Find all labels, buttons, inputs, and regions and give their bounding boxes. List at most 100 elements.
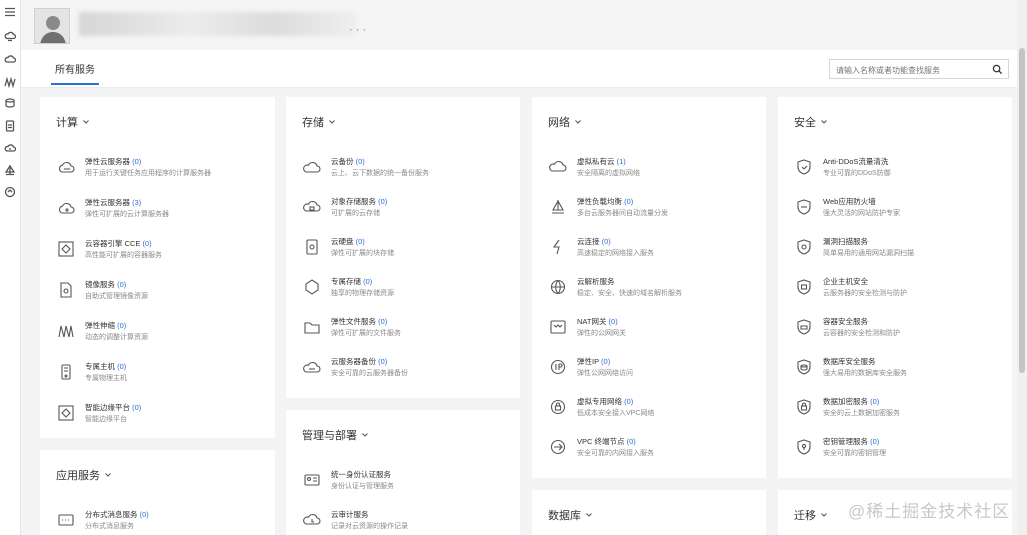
card-title-storage[interactable]: 存储 bbox=[302, 114, 336, 130]
service-name[interactable]: 漏洞扫描服务 bbox=[823, 236, 868, 247]
tab-all-services[interactable]: 所有服务 bbox=[55, 61, 95, 76]
service-description: 可扩展的云存储 bbox=[331, 210, 380, 217]
service-description: 低成本安全接入VPC网络 bbox=[577, 410, 655, 417]
card-title-network[interactable]: 网络 bbox=[548, 114, 582, 130]
service-name[interactable]: 云备份 (0) bbox=[331, 156, 365, 167]
service-item-eip[interactable]: 弹性IP (0) 弹性公网网络访问 bbox=[547, 354, 766, 384]
service-name[interactable]: NAT网关 (0) bbox=[577, 316, 618, 327]
service-name[interactable]: 虚拟私有云 (1) bbox=[577, 156, 626, 167]
card-title-compute[interactable]: 计算 bbox=[56, 114, 90, 130]
service-item-cc[interactable]: 云连接 (0) 高速稳定的网络接入服务 bbox=[547, 234, 766, 264]
service-item-vpcep[interactable]: VPC 终端节点 (0) 安全可靠的内网接入服务 bbox=[547, 434, 766, 464]
service-name-text: 统一身份认证服务 bbox=[331, 470, 391, 479]
refresh-icon[interactable] bbox=[3, 185, 17, 199]
menu-icon[interactable] bbox=[3, 5, 17, 19]
service-name[interactable]: 智能边缘平台 (0) bbox=[85, 402, 141, 413]
database-icon[interactable] bbox=[3, 96, 17, 110]
service-item-edge[interactable]: 智能边缘平台 (0) 智能边缘平台 bbox=[55, 400, 275, 430]
service-item-kms[interactable]: 密钥管理服务 (0) 安全可靠的密钥管理 bbox=[793, 434, 1012, 464]
card-title-db[interactable]: 数据库 bbox=[548, 507, 593, 523]
cloud-server-icon[interactable] bbox=[3, 29, 17, 43]
service-item-dns[interactable]: 云解析服务 稳定、安全、快速的域名解析服务 bbox=[547, 274, 766, 304]
service-count: (0) bbox=[355, 237, 365, 246]
service-name[interactable]: 弹性云服务器 (3) bbox=[85, 197, 141, 208]
service-name[interactable]: Web应用防火墙 bbox=[823, 196, 876, 207]
service-description: 云容器的安全检测和防护 bbox=[823, 330, 900, 337]
service-item-dss[interactable]: 专属存储 (0) 独享的物理存储资源 bbox=[301, 274, 520, 304]
service-name[interactable]: VPC 终端节点 (0) bbox=[577, 436, 636, 447]
card-title-text: 存储 bbox=[302, 117, 324, 129]
card-title-mgmt[interactable]: 管理与部署 bbox=[302, 427, 369, 443]
service-item-image[interactable]: 镜像服务 (0) 自助式管理镜像资源 bbox=[55, 277, 275, 307]
card-database: 数据库 bbox=[532, 490, 766, 535]
card-title-security[interactable]: 安全 bbox=[794, 114, 828, 130]
service-item-nat[interactable]: NAT网关 (0) 弹性的公网网关 bbox=[547, 314, 766, 344]
service-item-cts[interactable]: 云审计服务 记录对云资源的操作记录 bbox=[301, 507, 520, 535]
service-item-dew[interactable]: 数据加密服务 (0) 安全的云上数据加密服务 bbox=[793, 394, 1012, 424]
service-name[interactable]: 弹性负载均衡 (0) bbox=[577, 196, 633, 207]
service-name[interactable]: 密钥管理服务 (0) bbox=[823, 436, 879, 447]
service-name-text: 镜像服务 bbox=[85, 280, 115, 289]
search-input[interactable] bbox=[830, 61, 980, 80]
page-scrollbar[interactable] bbox=[1017, 0, 1027, 535]
service-name[interactable]: 数据加密服务 (0) bbox=[823, 396, 879, 407]
service-name[interactable]: 镜像服务 (0) bbox=[85, 279, 126, 290]
service-item-bms[interactable]: 弹性云服务器 (3) 弹性可扩展的云计算服务器 bbox=[55, 195, 275, 225]
service-item-anti-ddos[interactable]: Anti-DDoS流量清洗 专业可靠的DDoS防御 bbox=[793, 154, 1012, 184]
avatar[interactable] bbox=[34, 8, 70, 44]
service-name[interactable]: 云服务器备份 (0) bbox=[331, 356, 387, 367]
scrollbar-thumb[interactable] bbox=[1019, 48, 1025, 373]
service-item-iam[interactable]: 统一身份认证服务 身份认证与管理服务 bbox=[301, 467, 520, 497]
service-name[interactable]: 云解析服务 bbox=[577, 276, 615, 287]
service-item-dbss[interactable]: 数据库安全服务 强大易用的数据库安全服务 bbox=[793, 354, 1012, 384]
elastic-icon[interactable] bbox=[3, 75, 17, 89]
sail-icon[interactable] bbox=[3, 163, 17, 177]
service-item-vpc[interactable]: 虚拟私有云 (1) 安全隔离的虚拟网络 bbox=[547, 154, 766, 184]
service-name[interactable]: 弹性文件服务 (0) bbox=[331, 316, 387, 327]
service-item-vss[interactable]: 漏洞扫描服务 简单易用的通用网站漏洞扫描 bbox=[793, 234, 1012, 264]
service-item-dms[interactable]: 分布式消息服务 (0) 分布式消息服务 bbox=[55, 507, 275, 535]
service-item-obs[interactable]: 对象存储服务 (0) 可扩展的云存储 bbox=[301, 194, 520, 224]
service-item-vpn[interactable]: 虚拟专用网络 (0) 低成本安全接入VPC网络 bbox=[547, 394, 766, 424]
search-icon[interactable] bbox=[992, 64, 1003, 75]
service-name[interactable]: 分布式消息服务 (0) bbox=[85, 509, 149, 520]
card-title-app[interactable]: 应用服务 bbox=[56, 467, 112, 483]
service-name[interactable]: 虚拟专用网络 (0) bbox=[577, 396, 633, 407]
service-name[interactable]: 专属主机 (0) bbox=[85, 361, 126, 372]
service-search bbox=[829, 59, 1009, 80]
card-title-migration[interactable]: 迁移 bbox=[794, 507, 828, 523]
kms-icon bbox=[793, 436, 815, 458]
cloud-icon[interactable] bbox=[3, 52, 17, 66]
service-name[interactable]: 数据库安全服务 bbox=[823, 356, 876, 367]
service-item-cbr[interactable]: 云备份 (0) 云上、云下数据的统一备份服务 bbox=[301, 154, 520, 184]
service-name[interactable]: 云容器引擎 CCE (0) bbox=[85, 238, 152, 249]
service-item-csbs[interactable]: 云服务器备份 (0) 安全可靠的云服务器备份 bbox=[301, 354, 520, 384]
document-icon[interactable] bbox=[3, 119, 17, 133]
service-item-elb[interactable]: 弹性负载均衡 (0) 多台云服务器间自动流量分发 bbox=[547, 194, 766, 224]
service-item-as[interactable]: 弹性伸缩 (0) 动态的调整计算资源 bbox=[55, 318, 275, 348]
service-name[interactable]: 云连接 (0) bbox=[577, 236, 611, 247]
service-name[interactable]: 云硬盘 (0) bbox=[331, 236, 365, 247]
service-item-evs[interactable]: 云硬盘 (0) 弹性可扩展的块存储 bbox=[301, 234, 520, 264]
service-item-cce[interactable]: 云容器引擎 CCE (0) 高性能可扩展的容器服务 bbox=[55, 236, 275, 266]
service-name[interactable]: 弹性云服务器 (0) bbox=[85, 156, 141, 167]
service-item-sfs[interactable]: 弹性文件服务 (0) 弹性可扩展的文件服务 bbox=[301, 314, 520, 344]
service-item-hss[interactable]: 企业主机安全 云服务器的安全检测与防护 bbox=[793, 274, 1012, 304]
service-name[interactable]: Anti-DDoS流量清洗 bbox=[823, 156, 888, 167]
nat-icon bbox=[547, 316, 569, 338]
service-item-ecs[interactable]: 弹性云服务器 (0) 用于运行关键任务应用程序的计算服务器 bbox=[55, 154, 275, 184]
service-name-text: Anti-DDoS流量清洗 bbox=[823, 157, 889, 166]
service-name[interactable]: 企业主机安全 bbox=[823, 276, 868, 287]
service-name[interactable]: 容器安全服务 bbox=[823, 316, 868, 327]
service-name[interactable]: 弹性伸缩 (0) bbox=[85, 320, 126, 331]
service-item-cgs[interactable]: 容器安全服务 云容器的安全检测和防护 bbox=[793, 314, 1012, 344]
service-name[interactable]: 云审计服务 bbox=[331, 509, 369, 520]
service-item-waf[interactable]: Web应用防火墙 强大灵活的网站防护专家 bbox=[793, 194, 1012, 224]
service-name[interactable]: 专属存储 (0) bbox=[331, 276, 372, 287]
service-name[interactable]: 统一身份认证服务 bbox=[331, 469, 391, 480]
service-name-text: 弹性伸缩 bbox=[85, 321, 115, 330]
service-item-dedicated-host[interactable]: 专属主机 (0) 专属物理主机 bbox=[55, 359, 275, 389]
cloud-outline-icon[interactable] bbox=[3, 141, 17, 155]
service-name[interactable]: 弹性IP (0) bbox=[577, 356, 610, 367]
service-name[interactable]: 对象存储服务 (0) bbox=[331, 196, 387, 207]
